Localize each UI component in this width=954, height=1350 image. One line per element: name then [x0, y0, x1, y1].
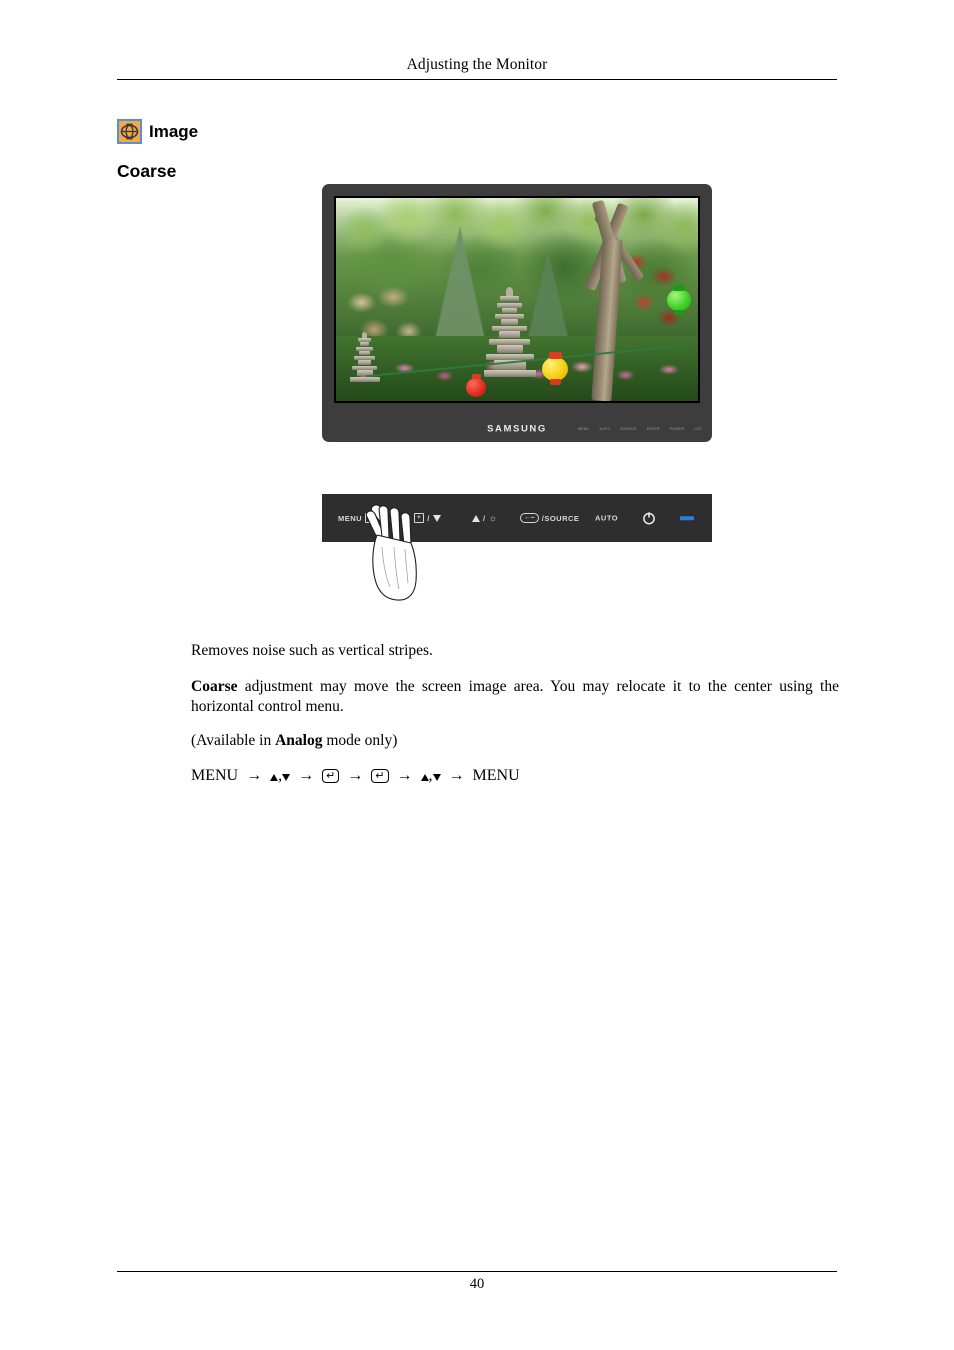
power-icon: [642, 511, 656, 525]
footer-divider: [117, 1271, 837, 1272]
bezel-key-power[interactable]: POWER: [670, 427, 685, 431]
control-panel-keys: MENU ▤ + / / ☼ ←⎯ /SOURCE AUTO: [322, 494, 712, 542]
nav-arrow-4: →: [396, 767, 413, 784]
bezel-key-menu[interactable]: MENU: [578, 427, 589, 431]
nav-triangle-down-icon-1: [282, 774, 291, 781]
photo-conifer-tree: [433, 226, 486, 345]
nav-arrow-5: →: [448, 767, 465, 784]
coarse-note-rest: adjustment may move the screen image are…: [191, 678, 839, 715]
nav-enter-icon-1: ↵: [322, 769, 340, 783]
bezel-key-row: MENU AUTO SOURCE ENTER POWER LED: [578, 427, 702, 431]
panel-down-separator: /: [427, 513, 430, 523]
box-plus-icon: +: [414, 513, 425, 523]
section-title-label: Image: [149, 122, 199, 141]
page-number: 40: [469, 1276, 485, 1292]
stone-pagoda-large: [484, 287, 537, 379]
enter-round-icon: ←⎯: [520, 513, 539, 523]
panel-auto-key[interactable]: AUTO: [595, 514, 618, 523]
running-header: Adjusting the Monitor: [406, 56, 548, 73]
monitor-screen-photo: [336, 198, 698, 401]
menu-navigation-path: MENU → , → ↵ → ↵ → , → MENU: [191, 766, 839, 786]
panel-source-label: /SOURCE: [541, 513, 580, 523]
header-divider: [117, 79, 837, 80]
yellow-lantern: [542, 351, 569, 385]
monitor-bottom-bezel: SAMSUNG MENU AUTO SOURCE ENTER POWER LED: [322, 415, 712, 442]
samsung-brand-logo: SAMSUNG: [487, 423, 547, 434]
bezel-key-led: LED: [694, 426, 702, 431]
availability-mode: Analog: [275, 732, 323, 749]
sub-heading: Coarse: [117, 161, 177, 181]
panel-up-key[interactable]: / ☼: [472, 513, 497, 523]
nav-arrow-1: →: [246, 767, 263, 784]
nav-arrow-2: →: [298, 767, 315, 784]
availability-pre: (Available in: [191, 732, 276, 749]
panel-auto-label: AUTO: [595, 513, 619, 523]
paragraph-coarse-note: Coarse adjustment may move the screen im…: [191, 677, 839, 716]
nav-arrow-3: →: [347, 767, 364, 784]
panel-power-key[interactable]: [642, 511, 656, 525]
paragraph-description: Removes noise such as vertical stripes.: [191, 642, 433, 659]
control-panel-figure: MENU ▤ + / / ☼ ←⎯ /SOURCE AUTO: [322, 494, 712, 601]
led-bar-icon: [680, 516, 694, 520]
menu-box-icon: ▤: [365, 513, 378, 523]
green-lantern: [666, 284, 691, 315]
coarse-bold-lead: Coarse: [191, 678, 238, 695]
panel-up-separator: /: [483, 513, 486, 523]
monitor-figure: SAMSUNG MENU AUTO SOURCE ENTER POWER LED: [322, 184, 712, 442]
nav-triangle-up-icon-1: [270, 774, 279, 781]
nav-enter-icon-2: ↵: [371, 769, 389, 783]
nav-triangle-up-icon-2: [420, 774, 429, 781]
nav-start-menu: MENU: [191, 767, 239, 784]
photo-tree-trunk: [564, 198, 673, 401]
monitor-screen-frame: [334, 196, 700, 403]
bezel-key-auto[interactable]: AUTO: [599, 427, 610, 431]
bezel-key-enter[interactable]: ENTER: [647, 427, 660, 431]
panel-down-key[interactable]: + /: [414, 513, 441, 523]
stone-pagoda-small: [350, 331, 381, 388]
bezel-key-source[interactable]: SOURCE: [620, 427, 637, 431]
section-title: Image: [117, 119, 198, 144]
availability-post: mode only): [322, 732, 398, 749]
panel-power-led: [680, 516, 694, 520]
nav-triangle-down-icon-2: [432, 774, 441, 781]
panel-menu-label: MENU: [338, 513, 363, 523]
nav-end-menu: MENU: [472, 767, 520, 784]
panel-menu-key[interactable]: MENU ▤: [338, 513, 378, 523]
triangle-down-icon: [432, 514, 441, 522]
document-page: Adjusting the Monitor Image Coarse SAMSU…: [0, 0, 954, 1350]
triangle-up-icon: [472, 514, 480, 522]
brightness-sun-icon: ☼: [488, 513, 498, 523]
paragraph-availability: (Available in Analog mode only): [191, 731, 839, 751]
image-globe-icon: [117, 119, 142, 144]
panel-source-key[interactable]: ←⎯ /SOURCE: [520, 513, 579, 523]
